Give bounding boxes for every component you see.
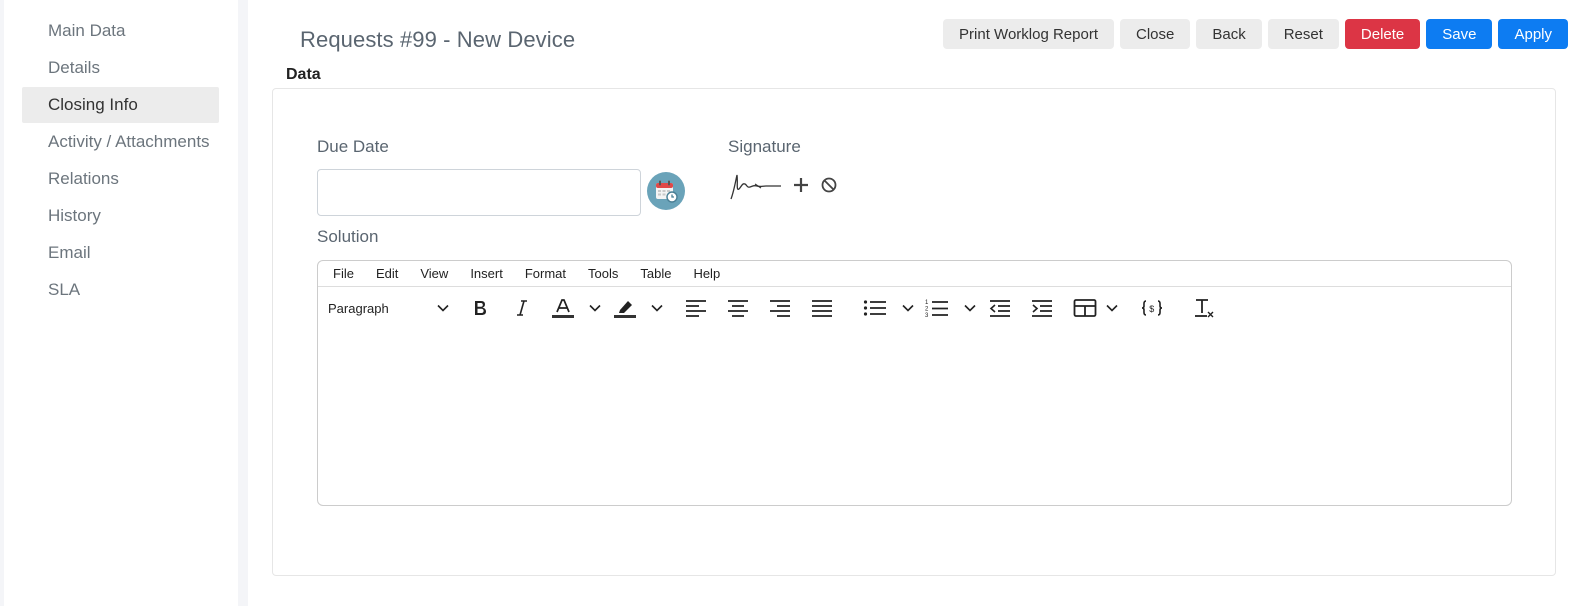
- numbered-list-button[interactable]: 123: [925, 295, 977, 321]
- text-color-icon: [552, 299, 574, 318]
- indent-icon: [1032, 300, 1052, 317]
- italic-button[interactable]: [510, 295, 534, 321]
- highlight-color-button[interactable]: [612, 295, 664, 321]
- menu-view[interactable]: View: [420, 266, 448, 281]
- chevron-down-icon: [437, 304, 449, 312]
- chevron-down-icon: [651, 304, 663, 312]
- solution-label: Solution: [317, 227, 379, 246]
- align-center-icon: [728, 300, 748, 317]
- bold-icon: [475, 301, 486, 315]
- indent-button[interactable]: [1030, 295, 1054, 321]
- menu-help[interactable]: Help: [693, 266, 720, 281]
- clear-formatting-button[interactable]: [1192, 295, 1216, 321]
- chevron-down-icon: [964, 304, 976, 312]
- data-card: Due Date Signature Solution File Edit Vi…: [272, 88, 1556, 576]
- align-right-button[interactable]: [768, 295, 792, 321]
- back-button[interactable]: Back: [1196, 19, 1262, 49]
- svg-text:3: 3: [925, 313, 929, 318]
- solution-editor: File Edit View Insert Format Tools Table…: [317, 260, 1512, 506]
- menu-file[interactable]: File: [333, 266, 354, 281]
- sidebar-item-history[interactable]: History: [22, 198, 219, 234]
- calendar-icon: [656, 180, 678, 203]
- clear-format-icon: [1195, 299, 1214, 318]
- signature-icon[interactable]: [728, 169, 782, 201]
- app-window: Main Data Details Closing Info Activity …: [0, 0, 1588, 606]
- signature-controls: [728, 169, 838, 201]
- sidebar-item-sla[interactable]: SLA: [22, 272, 219, 308]
- close-button[interactable]: Close: [1120, 19, 1191, 49]
- signature-label: Signature: [728, 137, 801, 156]
- sidebar-item-main-data[interactable]: Main Data: [22, 13, 219, 49]
- svg-text:2: 2: [925, 307, 929, 313]
- block-format-select[interactable]: Paragraph: [328, 295, 450, 321]
- sidebar-item-details[interactable]: Details: [22, 50, 219, 86]
- svg-text:1: 1: [925, 300, 929, 306]
- justify-button[interactable]: [810, 295, 834, 321]
- chevron-down-icon: [902, 304, 914, 312]
- numbered-list-icon: 123: [925, 300, 948, 318]
- align-center-button[interactable]: [726, 295, 750, 321]
- add-signature-icon[interactable]: [792, 176, 810, 194]
- align-left-icon: [686, 300, 706, 317]
- save-button[interactable]: Save: [1426, 19, 1493, 49]
- editor-toolbar: Paragraph 1 2 3 $: [318, 287, 1511, 329]
- reset-button[interactable]: Reset: [1267, 19, 1339, 49]
- action-toolbar: Print Worklog Report Close Back Reset De…: [943, 19, 1568, 49]
- chevron-down-icon: [1106, 304, 1118, 312]
- sidebar-item-activity-attachments[interactable]: Activity / Attachments: [22, 124, 219, 160]
- sidebar-item-closing-info[interactable]: Closing Info: [22, 87, 219, 123]
- justify-icon: [812, 300, 832, 317]
- page-title: Requests #99 - New Device: [300, 27, 576, 52]
- outdent-icon: [989, 300, 1010, 317]
- sidebar: Main Data Details Closing Info Activity …: [4, 0, 238, 606]
- code-sample-icon: $: [1141, 300, 1163, 316]
- align-right-icon: [770, 300, 790, 317]
- highlight-icon: [614, 301, 636, 318]
- menu-tools[interactable]: Tools: [588, 266, 618, 281]
- menu-format[interactable]: Format: [525, 266, 566, 281]
- menu-edit[interactable]: Edit: [376, 266, 398, 281]
- calendar-button[interactable]: [647, 172, 685, 210]
- menu-insert[interactable]: Insert: [470, 266, 503, 281]
- svg-text:$: $: [1149, 304, 1154, 314]
- print-worklog-report-button[interactable]: Print Worklog Report: [943, 19, 1114, 49]
- clear-signature-icon[interactable]: [820, 176, 838, 194]
- text-color-button[interactable]: [550, 295, 602, 321]
- table-button[interactable]: [1073, 295, 1119, 321]
- sidebar-item-email[interactable]: Email: [22, 235, 219, 271]
- due-date-label: Due Date: [317, 137, 389, 156]
- code-sample-button[interactable]: $: [1139, 295, 1165, 321]
- main-content: Requests #99 - New Device Print Worklog …: [248, 0, 1588, 606]
- section-label-data: Data: [286, 66, 321, 83]
- bullet-list-button[interactable]: [863, 295, 915, 321]
- bullet-list-icon: [863, 300, 886, 316]
- bold-button[interactable]: [468, 295, 492, 321]
- editor-menubar: File Edit View Insert Format Tools Table…: [318, 261, 1511, 287]
- italic-icon: [517, 300, 527, 316]
- due-date-input[interactable]: [317, 169, 641, 216]
- editor-content-area[interactable]: [318, 329, 1511, 505]
- delete-button[interactable]: Delete: [1344, 19, 1421, 49]
- block-format-value: Paragraph: [328, 300, 389, 316]
- chevron-down-icon: [589, 304, 601, 312]
- apply-button[interactable]: Apply: [1498, 19, 1568, 49]
- sidebar-item-relations[interactable]: Relations: [22, 161, 219, 197]
- align-left-button[interactable]: [684, 295, 708, 321]
- menu-table[interactable]: Table: [640, 266, 671, 281]
- table-icon: [1073, 299, 1097, 317]
- outdent-button[interactable]: [988, 295, 1012, 321]
